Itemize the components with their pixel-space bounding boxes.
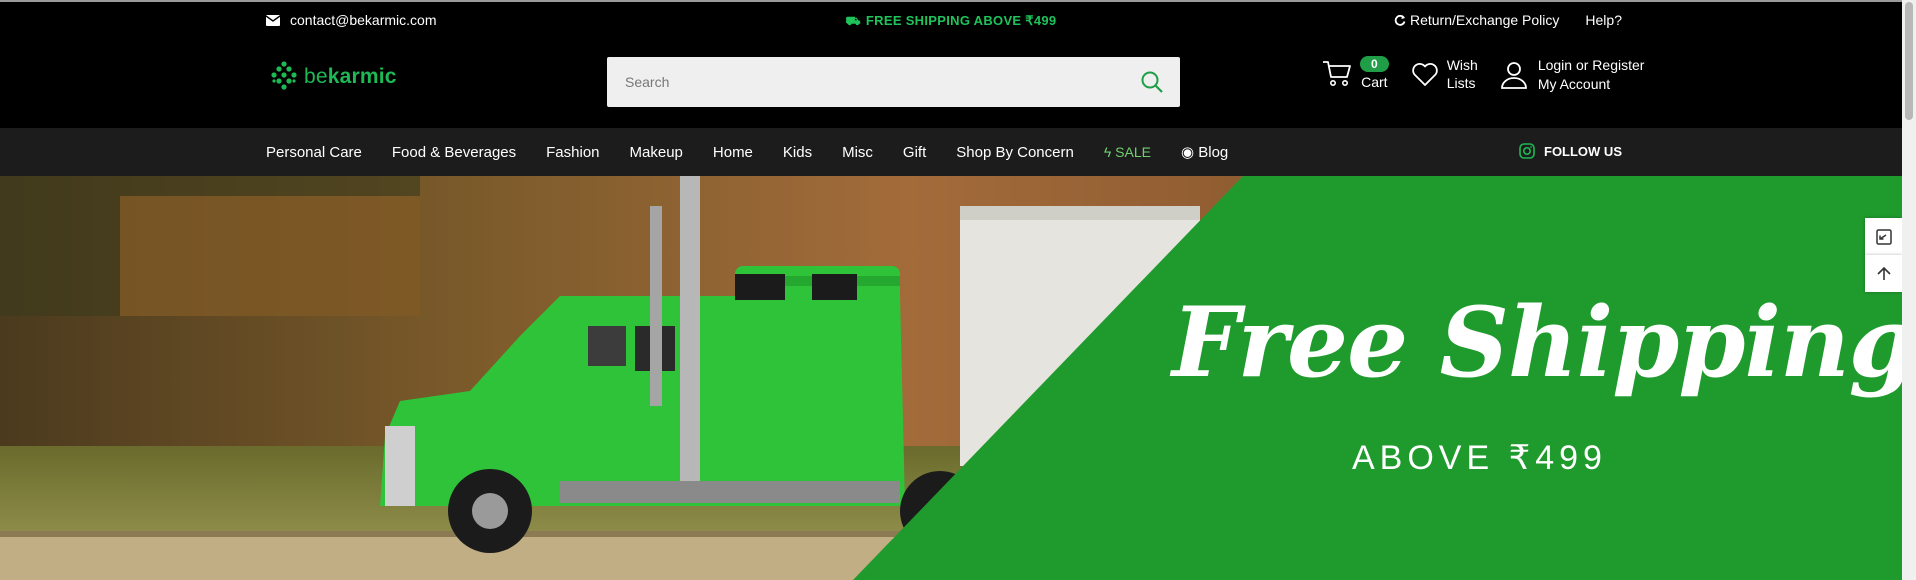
- nav-item-sale[interactable]: ϟ SALE: [1104, 144, 1151, 160]
- account-button[interactable]: Login or Register My Account: [1500, 56, 1645, 94]
- heart-icon: [1411, 63, 1438, 86]
- sale-label: SALE: [1115, 144, 1151, 160]
- cart-label: Cart: [1361, 74, 1388, 90]
- nav-item-shop-by-concern[interactable]: Shop By Concern: [956, 144, 1074, 161]
- arrow-up-icon: [1876, 266, 1891, 280]
- nav-item-personal-care[interactable]: Personal Care: [266, 144, 362, 161]
- logo[interactable]: bekarmic: [270, 60, 397, 94]
- top-links: Return/Exchange Policy Help?: [1394, 12, 1622, 28]
- follow-us-link[interactable]: FOLLOW US: [1519, 143, 1622, 159]
- wishlist-button[interactable]: Wish Lists: [1411, 56, 1478, 92]
- nav-item-food-beverages[interactable]: Food & Beverages: [392, 144, 516, 161]
- wishlist-label-line1: Wish: [1446, 57, 1478, 73]
- nav-items: Personal Care Food & Beverages Fashion M…: [266, 128, 1228, 176]
- blog-label: Blog: [1198, 144, 1229, 161]
- help-link[interactable]: Help?: [1585, 12, 1622, 28]
- globe-icon: ◉: [1180, 144, 1195, 161]
- return-exchange-label: Return/Exchange Policy: [1409, 12, 1560, 28]
- cart-icon: [1323, 61, 1351, 86]
- account-label: Login or Register My Account: [1538, 56, 1645, 94]
- scrollbar-thumb[interactable]: [1905, 2, 1913, 120]
- return-exchange-link[interactable]: Return/Exchange Policy: [1394, 12, 1559, 28]
- my-account-label: My Account: [1537, 76, 1611, 92]
- nav-item-home[interactable]: Home: [713, 144, 753, 161]
- hero-banner[interactable]: Free Shipping! ABOVE ₹499: [0, 176, 1902, 580]
- exit-button[interactable]: [1865, 218, 1902, 255]
- wishlist-label: Wish Lists: [1447, 56, 1478, 92]
- scrollbar[interactable]: [1902, 0, 1916, 580]
- main-nav: Personal Care Food & Beverages Fashion M…: [0, 128, 1902, 176]
- refresh-icon: [1394, 14, 1406, 26]
- search-input[interactable]: [607, 57, 1127, 107]
- nav-item-blog[interactable]: ◉ Blog: [1181, 143, 1228, 161]
- cart-count-badge: 0: [1360, 56, 1389, 72]
- nav-item-gift[interactable]: Gift: [903, 144, 926, 161]
- bolt-icon: ϟ: [1103, 144, 1112, 160]
- nav-item-misc[interactable]: Misc: [842, 144, 873, 161]
- header-actions: 0 Cart Wish Lists Login or Register My A…: [1322, 56, 1644, 94]
- logo-mark-icon: [271, 61, 297, 90]
- top-bar: contact@bekarmic.com ⛟ FREE SHIPPING ABOV…: [0, 2, 1902, 40]
- wishlist-label-line2: Lists: [1446, 75, 1476, 91]
- scroll-top-button[interactable]: [1865, 255, 1902, 292]
- cart-button[interactable]: 0 Cart: [1322, 56, 1389, 90]
- follow-us-label: FOLLOW US: [1544, 143, 1622, 159]
- exit-icon: [1875, 228, 1892, 245]
- search-icon[interactable]: [1140, 70, 1164, 94]
- instagram-icon: [1519, 143, 1535, 159]
- search-box: [607, 57, 1180, 107]
- cart-text: 0 Cart: [1360, 56, 1389, 90]
- logo-karmic: karmic: [327, 65, 397, 88]
- user-icon: [1500, 62, 1527, 89]
- logo-be: be: [304, 65, 328, 88]
- banner-title: Free Shipping!: [1172, 286, 1902, 399]
- nav-item-kids[interactable]: Kids: [783, 144, 812, 161]
- logo-wordmark: bekarmic: [304, 65, 397, 89]
- nav-item-makeup[interactable]: Makeup: [630, 144, 683, 161]
- banner-subtitle: ABOVE ₹499: [1352, 439, 1607, 477]
- nav-item-fashion[interactable]: Fashion: [546, 144, 599, 161]
- page: contact@bekarmic.com ⛟ FREE SHIPPING ABOV…: [0, 0, 1916, 580]
- login-register-label: Login or Register: [1537, 57, 1645, 73]
- promo-text: FREE SHIPPING ABOVE ₹499: [865, 13, 1057, 28]
- truck-icon: ⛟: [845, 14, 861, 28]
- header: bekarmic 0 Cart Wish Lists: [0, 40, 1902, 128]
